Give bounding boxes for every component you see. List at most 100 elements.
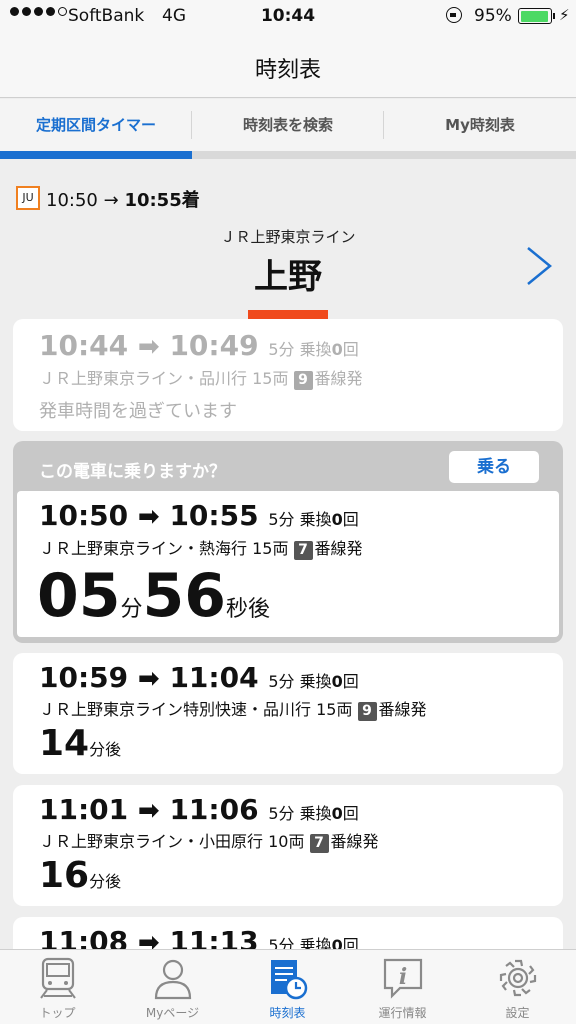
transfer-count: 0	[331, 510, 343, 529]
track-suffix: 番線発	[314, 369, 363, 388]
depart-time: 11:08	[39, 925, 129, 949]
countdown-minutes: 16	[39, 855, 90, 896]
station-name: 上野	[254, 257, 322, 297]
page-title: 時刻表	[254, 58, 321, 83]
bottom-tab-bar: トップ Myページ 時刻表 i 運行情報 設定	[0, 949, 576, 1024]
tab-my-timetable[interactable]: My時刻表	[384, 99, 576, 151]
track-number: 9	[357, 702, 377, 721]
ride-button[interactable]: 乗る	[449, 451, 539, 483]
train-icon	[40, 957, 76, 999]
timetable-icon	[271, 960, 308, 1000]
transfer-label: 乗換	[299, 804, 332, 823]
station-line-color-bar	[248, 310, 328, 319]
train-card[interactable]: 10:59 ➡ 11:04 5分 乗換0回 ＪＲ上野東京ライン特別快速・品川行 …	[13, 653, 563, 774]
track-number: 7	[309, 834, 329, 853]
tabbar-label: トップ	[39, 1006, 76, 1020]
train-card[interactable]: 11:08 ➡ 11:13 5分 乗換0回	[13, 917, 563, 949]
navigation-bar: 時刻表	[0, 34, 576, 98]
route-summary: 10:50 → 10:55着	[46, 186, 200, 212]
countdown-unit: 分後	[89, 872, 122, 891]
countdown-min-unit: 分	[120, 597, 143, 622]
transfer-count: 0	[331, 340, 343, 359]
tabbar-item-timetable[interactable]: 時刻表	[230, 950, 345, 1024]
transfer-count: 0	[331, 936, 343, 949]
track-number: 7	[293, 541, 313, 560]
battery-percent: 95%	[474, 6, 512, 26]
countdown-sec-unit: 秒後	[226, 597, 271, 622]
route-arrow: →	[103, 190, 119, 211]
tabbar-item-service-info[interactable]: i 運行情報	[345, 950, 460, 1024]
line-badge: JU	[16, 186, 40, 210]
transfer-label: 乗換	[299, 672, 332, 691]
depart-time: 10:44	[39, 329, 129, 362]
line-name: ＪＲ上野東京ライン	[220, 228, 356, 246]
depart-time: 10:59	[39, 661, 129, 694]
arrive-time: 10:49	[169, 329, 259, 362]
active-tab-indicator	[0, 151, 192, 159]
arrive-time: 11:13	[169, 925, 259, 949]
tabbar-label: 時刻表	[269, 1006, 306, 1020]
arrow-right-icon: ➡	[137, 332, 160, 362]
train-line: ＪＲ上野東京ライン・熱海行 15両	[39, 539, 289, 558]
tabbar-item-mypage[interactable]: Myページ	[115, 950, 230, 1024]
tabbar-item-top[interactable]: トップ	[0, 950, 115, 1024]
gear-icon	[499, 959, 537, 997]
ride-prompt: この電車に乗りますか？	[39, 462, 226, 482]
station-header: JU 10:50 → 10:55着 ＪＲ上野東京ライン 上野	[0, 159, 576, 319]
train-card-departed[interactable]: 10:44 ➡ 10:49 5分 乗換0回 ＪＲ上野東京ライン・品川行 15両 …	[13, 319, 563, 431]
track-suffix: 番線発	[314, 539, 363, 558]
arrow-right-icon: ➡	[137, 796, 160, 826]
person-icon	[154, 959, 192, 1000]
segment-tabs: 定期区間タイマー 時刻表を検索 My時刻表	[0, 99, 576, 159]
track-suffix: 番線発	[330, 832, 379, 851]
duration: 5分	[268, 672, 295, 691]
countdown-minutes: 14	[39, 723, 90, 764]
duration: 5分	[268, 340, 295, 359]
transfer-unit: 回	[342, 936, 359, 949]
arrow-right-icon: ➡	[137, 502, 160, 532]
transfer-unit: 回	[342, 510, 359, 529]
chevron-right-icon[interactable]	[522, 244, 556, 288]
route-arrive: 10:55着	[124, 190, 200, 211]
arrive-time: 10:55	[169, 499, 259, 532]
info-icon: i	[383, 958, 423, 999]
transfer-count: 0	[331, 672, 343, 691]
transfer-label: 乗換	[299, 510, 332, 529]
timer-content[interactable]: JU 10:50 → 10:55着 ＪＲ上野東京ライン 上野 10:44 ➡ 1…	[0, 159, 576, 949]
arrow-right-icon: ➡	[137, 928, 160, 949]
countdown: 05分56秒後	[37, 561, 270, 631]
transfer-label: 乗換	[299, 340, 332, 359]
next-train-panel: この電車に乗りますか？ 乗る 10:50 ➡ 10:55 5分 乗換0回 ＪＲ上…	[13, 441, 563, 643]
transfer-label: 乗換	[299, 936, 332, 949]
duration: 5分	[268, 936, 295, 949]
tab-commute-timer[interactable]: 定期区間タイマー	[0, 99, 192, 151]
countdown: 14分後	[39, 723, 121, 764]
train-line: ＪＲ上野東京ライン・品川行 15両	[39, 369, 289, 388]
train-line: ＪＲ上野東京ライン特別快速・品川行 15両	[39, 700, 353, 719]
charging-icon: ⚡	[559, 6, 570, 24]
status-bar: SoftBank 4G 10:44 95% ⚡	[0, 0, 576, 34]
train-card[interactable]: 11:01 ➡ 11:06 5分 乗換0回 ＪＲ上野東京ライン・小田原行 10両…	[13, 785, 563, 906]
tab-timetable-search[interactable]: 時刻表を検索	[192, 99, 384, 151]
arrive-time: 11:06	[169, 793, 259, 826]
route-depart: 10:50	[46, 190, 98, 211]
tabbar-item-settings[interactable]: 設定	[460, 950, 575, 1024]
depart-time: 10:50	[39, 499, 129, 532]
track-suffix: 番線発	[378, 700, 427, 719]
tabbar-label: 運行情報	[378, 1006, 427, 1020]
transfer-unit: 回	[342, 804, 359, 823]
transfer-unit: 回	[342, 340, 359, 359]
tabbar-label: 設定	[505, 1006, 530, 1020]
tabbar-label: Myページ	[145, 1006, 200, 1020]
depart-time: 11:01	[39, 793, 129, 826]
rotation-lock-icon	[446, 7, 462, 23]
arrive-time: 11:04	[169, 661, 259, 694]
train-card-next[interactable]: 10:50 ➡ 10:55 5分 乗換0回 ＪＲ上野東京ライン・熱海行 15両 …	[17, 491, 559, 637]
countdown-seconds: 56	[142, 561, 227, 631]
departed-status: 発車時間を過ぎています	[39, 401, 237, 422]
countdown: 16分後	[39, 855, 121, 896]
countdown-minutes: 05	[37, 561, 121, 631]
transfer-count: 0	[331, 804, 343, 823]
duration: 5分	[268, 510, 295, 529]
track-number: 9	[293, 371, 313, 390]
